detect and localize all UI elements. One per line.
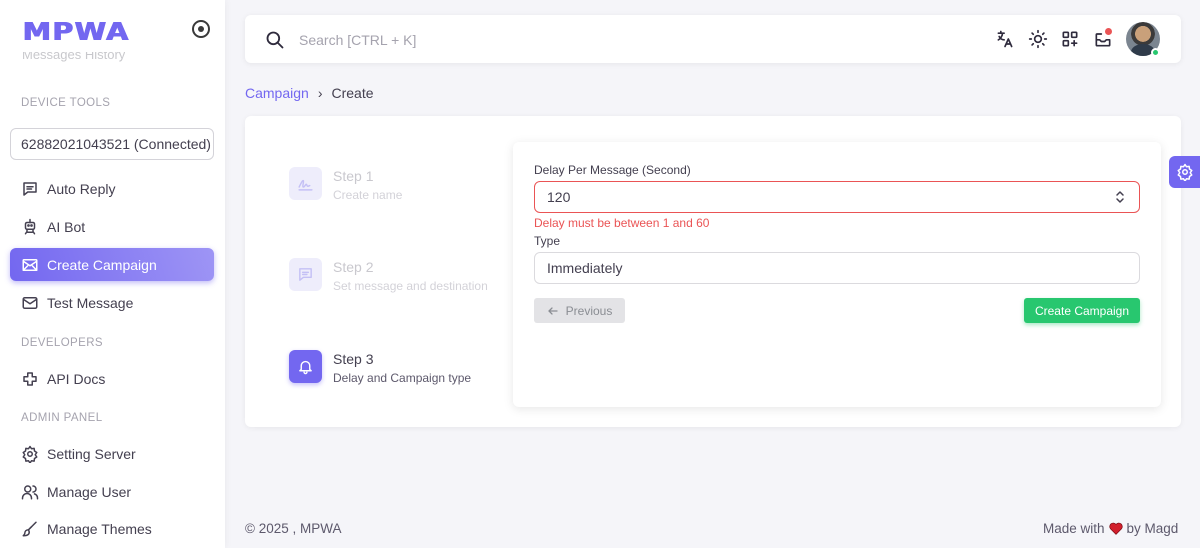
footer-copyright: © 2025 , MPWA [245,521,342,536]
chevron-right-icon: › [317,85,323,101]
footer-credit: Made with by Magd [1043,521,1178,536]
message-icon [289,258,322,291]
footer-by: by Magd [1126,521,1179,536]
delay-error-message: Delay must be between 1 and 60 [534,216,710,230]
mail-open-icon [22,258,38,271]
step-1[interactable]: Step 1 Create name [289,167,402,202]
type-value: Immediately [547,260,623,276]
sidebar-item-label: Create Campaign [47,256,157,273]
bell-icon [289,350,322,383]
sidebar-item-label: Auto Reply [47,180,116,197]
section-header-admin-panel: ADMIN PANEL [21,412,103,424]
step-title: Step 1 [333,168,374,184]
sidebar-item-messages-history[interactable]: Messages History [22,52,125,66]
notification-badge [1105,28,1112,35]
message-square-icon [23,181,37,196]
number-spinner-icon[interactable] [1115,189,1125,205]
step-title: Step 3 [333,351,374,367]
navbar: Search [CTRL + K] [245,15,1181,63]
step-subtitle: Delay and Campaign type [333,371,472,385]
sun-icon[interactable] [1028,29,1048,49]
sidebar-item-test-message[interactable]: Test Message [10,286,214,319]
users-icon [21,484,39,499]
previous-button-label: Previous [565,303,613,318]
arrow-left-icon [548,306,558,315]
sidebar-item-label: Setting Server [47,445,136,462]
previous-button[interactable]: Previous [534,298,625,323]
sidebar-item-label: Manage User [47,483,132,500]
search-input[interactable]: Search [CTRL + K] [299,32,416,48]
mail-icon [22,296,38,309]
step-subtitle: Set message and destination [333,279,488,293]
step-3[interactable]: Step 3 Delay and Campaign type [289,350,471,385]
sidebar-item-create-campaign[interactable]: Create Campaign [10,248,214,281]
sidebar-item-ai-bot[interactable]: AI Bot [10,210,214,243]
step-title: Step 2 [333,259,374,275]
create-campaign-button[interactable]: Create Campaign [1024,298,1140,323]
delay-input[interactable]: 120 [534,181,1140,213]
step-3-form: Delay Per Message (Second) 120 Delay mus… [513,142,1161,407]
sidebar: MPWA Messages History DEVICE TOOLS 62882… [0,0,225,548]
sidebar-item-manage-user[interactable]: Manage User [10,475,214,508]
delay-label: Delay Per Message (Second) [534,163,691,177]
campaign-wizard-card: Step 1 Create name Step 2 Set message an… [245,116,1181,427]
step-2[interactable]: Step 2 Set message and destination [289,258,488,293]
create-campaign-button-label: Create Campaign [1034,303,1130,318]
grid-plus-icon[interactable] [1060,29,1080,49]
online-status-dot [1151,48,1160,57]
signature-icon [289,167,322,200]
sidebar-item-auto-reply[interactable]: Auto Reply [10,172,214,205]
sidebar-item-manage-themes[interactable]: Manage Themes [10,512,214,545]
sidebar-item-label: Manage Themes [47,520,152,537]
brush-icon [22,521,37,536]
type-label: Type [534,234,561,248]
heart-icon [1108,522,1123,535]
sidebar-item-setting-server[interactable]: Setting Server [10,437,214,470]
api-icon [23,371,37,386]
settings-icon [1177,163,1192,181]
search-icon[interactable] [265,30,285,50]
footer-made-with: Made with [1043,521,1105,536]
step-subtitle: Create name [333,188,403,202]
sidebar-item-label: Test Message [47,294,134,311]
sidebar-item-api-docs[interactable]: API Docs [10,362,214,395]
device-select[interactable]: 6288202104352​1 (Connected) [10,128,214,160]
sidebar-item-label: API Docs [47,370,106,387]
section-header-device-tools: DEVICE TOOLS [21,97,111,109]
sidebar-toggle-icon[interactable] [192,20,210,38]
brand-logo-text: MPWA [22,16,129,46]
breadcrumb: Campaign › Create [245,85,374,101]
type-select[interactable]: Immediately [534,252,1140,284]
section-header-developers: DEVELOPERS [21,337,103,349]
breadcrumb-link-campaign[interactable]: Campaign [245,85,309,101]
language-icon[interactable] [995,29,1015,49]
brand-logo[interactable]: MPWA [22,17,128,46]
breadcrumb-current: Create [331,85,374,101]
theme-customizer-button[interactable] [1169,156,1200,188]
sidebar-item-label: AI Bot [47,218,86,235]
robot-icon [24,218,36,234]
delay-value: 120 [547,189,571,205]
settings-icon [22,445,38,463]
